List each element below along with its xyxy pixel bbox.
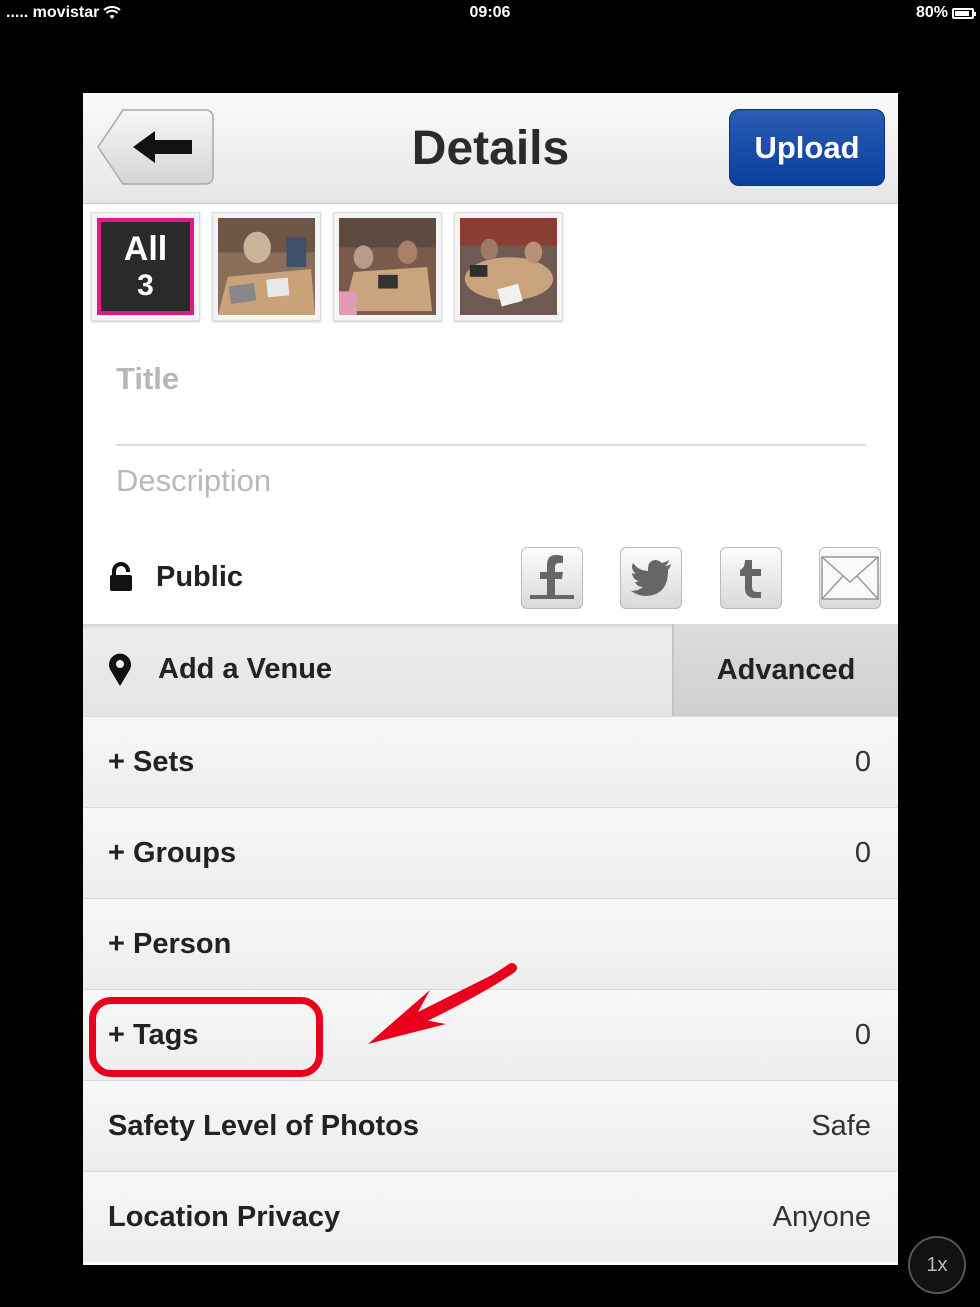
tumblr-share-button[interactable]	[720, 547, 782, 609]
twitter-share-button[interactable]	[620, 547, 682, 609]
red-arrow-icon	[368, 963, 517, 1044]
privacy-selector[interactable]: Public	[108, 545, 243, 609]
all-photos-tile: All 3	[97, 218, 194, 315]
safety-level-row[interactable]: Safety Level of Photos Safe	[83, 1080, 898, 1171]
tumblr-icon	[740, 560, 761, 598]
tags-highlight-box	[89, 997, 323, 1077]
details-list: Add a Venue Advanced + Sets 0 + Groups 0…	[83, 624, 898, 1262]
row-value: 0	[854, 746, 871, 778]
row-label: + Sets	[108, 746, 195, 778]
location-pin-icon	[109, 653, 131, 686]
facebook-share-button[interactable]	[521, 547, 583, 609]
row-label: + Person	[108, 928, 232, 960]
row-label: Safety Level of Photos	[108, 1110, 420, 1142]
battery-percent: 80%	[915, 4, 948, 21]
battery-icon	[952, 7, 976, 19]
navigation-bar: Details Upload	[83, 93, 898, 204]
classroom-photo	[339, 218, 436, 315]
thumbnail-all[interactable]: All 3	[91, 212, 200, 321]
status-bar: ..... movistar 09:06 80%	[0, 0, 980, 28]
battery-status: 80%	[915, 4, 976, 22]
description-field[interactable]: Description	[116, 463, 271, 499]
email-share-button[interactable]	[819, 547, 881, 609]
venue-label-group: Add a Venue	[108, 624, 332, 715]
row-label: + Groups	[108, 837, 237, 869]
photo-strip: All 3	[91, 212, 563, 321]
privacy-label: Public	[156, 560, 244, 593]
zoom-button[interactable]: 1x	[908, 1236, 966, 1294]
groups-row[interactable]: + Groups 0	[83, 807, 898, 898]
upload-button[interactable]: Upload	[729, 109, 885, 186]
location-privacy-row[interactable]: Location Privacy Anyone	[83, 1171, 898, 1262]
twitter-icon	[631, 560, 671, 596]
sets-row[interactable]: + Sets 0	[83, 716, 898, 807]
classroom-photo	[218, 218, 315, 315]
photo-thumbnail[interactable]	[212, 212, 321, 321]
add-venue-row[interactable]: Add a Venue Advanced	[83, 624, 898, 716]
all-label: All	[123, 229, 168, 268]
all-count: 3	[137, 268, 154, 302]
title-field[interactable]: Title	[116, 361, 179, 397]
photo-thumbnail[interactable]	[454, 212, 563, 321]
clock: 09:06	[469, 4, 511, 21]
row-value: Anyone	[772, 1201, 871, 1233]
mail-icon	[821, 556, 879, 600]
row-value: 0	[854, 837, 871, 869]
advanced-button[interactable]: Advanced	[672, 624, 898, 716]
venue-label: Add a Venue	[158, 653, 333, 685]
facebook-icon	[530, 555, 574, 599]
classroom-photo	[460, 218, 557, 315]
details-panel: Details Upload All 3 Title Description P…	[83, 93, 898, 1265]
field-divider	[116, 444, 866, 446]
lock-icon	[110, 562, 132, 591]
photo-thumbnail[interactable]	[333, 212, 442, 321]
row-value: Safe	[811, 1110, 871, 1142]
row-value: 0	[854, 1019, 871, 1051]
row-label: Location Privacy	[108, 1201, 341, 1233]
